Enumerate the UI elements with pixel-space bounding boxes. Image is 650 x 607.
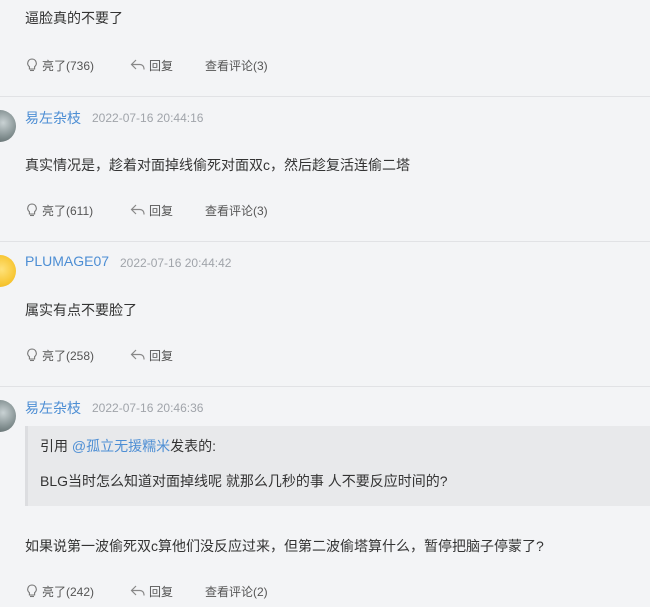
like-button[interactable]: 亮了(736)	[25, 57, 130, 74]
avatar[interactable]	[0, 255, 16, 287]
timestamp: 2022-07-16 20:44:16	[92, 111, 204, 125]
comment-text: 如果说第一波偷死双c算他们没反应过来，但第二波偷塔算什么，暂停把脑子停蒙了?	[25, 538, 544, 554]
quote-header: 引用 @孤立无援糯米发表的:	[40, 436, 216, 456]
reply-arrow-icon	[130, 585, 145, 596]
divider	[0, 96, 650, 97]
like-button[interactable]: 亮了(242)	[25, 583, 130, 600]
avatar[interactable]	[0, 110, 16, 142]
view-comments-button[interactable]: 查看评论(3)	[205, 202, 268, 219]
timestamp: 2022-07-16 20:46:36	[92, 401, 204, 415]
like-count: 亮了(611)	[42, 203, 94, 218]
like-count: 亮了(736)	[42, 58, 95, 73]
quote-prefix: 引用	[40, 438, 72, 454]
avatar[interactable]	[0, 400, 16, 432]
view-comments-label: 查看评论(3)	[205, 58, 268, 73]
view-comments-button[interactable]: 查看评论(2)	[205, 583, 268, 600]
like-button[interactable]: 亮了(258)	[25, 347, 130, 364]
like-button[interactable]: 亮了(611)	[25, 202, 130, 219]
lightbulb-icon	[27, 348, 37, 362]
timestamp: 2022-07-16 20:44:42	[120, 256, 232, 270]
comment-text: 逼脸真的不要了	[25, 10, 123, 26]
quote-mention[interactable]: @孤立无援糯米	[72, 438, 170, 454]
reply-button[interactable]: 回复	[130, 347, 205, 364]
comment-text: 属实有点不要脸了	[25, 302, 137, 318]
username[interactable]: 易左杂枝	[25, 398, 81, 418]
divider	[0, 241, 650, 242]
reply-button[interactable]: 回复	[130, 202, 205, 219]
lightbulb-icon	[27, 584, 37, 598]
reply-label: 回复	[149, 584, 174, 599]
lightbulb-icon	[27, 58, 37, 72]
comment-actions: 亮了(258) 回复	[25, 347, 205, 363]
lightbulb-icon	[27, 203, 37, 217]
divider	[0, 386, 650, 387]
quote-block: 引用 @孤立无援糯米发表的: BLG当时怎么知道对面掉线呢 就那么几秒的事 人不…	[25, 426, 650, 506]
quote-suffix: 发表的:	[170, 438, 216, 454]
view-comments-label: 查看评论(3)	[205, 203, 268, 218]
comment-text: 真实情况是，趁着对面掉线偷死对面双c，然后趁复活连偷二塔	[25, 157, 410, 173]
like-count: 亮了(258)	[42, 348, 95, 363]
view-comments-label: 查看评论(2)	[205, 584, 268, 599]
reply-button[interactable]: 回复	[130, 583, 205, 600]
username[interactable]: 易左杂枝	[25, 108, 81, 128]
comment-actions: 亮了(736) 回复 查看评论(3)	[25, 57, 268, 73]
like-count: 亮了(242)	[42, 584, 95, 599]
reply-button[interactable]: 回复	[130, 57, 205, 74]
reply-label: 回复	[149, 58, 174, 73]
comment-actions: 亮了(611) 回复 查看评论(3)	[25, 202, 268, 218]
reply-arrow-icon	[130, 59, 145, 70]
reply-arrow-icon	[130, 204, 145, 215]
reply-label: 回复	[149, 203, 174, 218]
view-comments-button[interactable]: 查看评论(3)	[205, 57, 268, 74]
username[interactable]: PLUMAGE07	[25, 253, 109, 269]
reply-arrow-icon	[130, 349, 145, 360]
quote-text: BLG当时怎么知道对面掉线呢 就那么几秒的事 人不要反应时间的?	[40, 473, 448, 489]
comment-actions: 亮了(242) 回复 查看评论(2)	[25, 583, 268, 599]
reply-label: 回复	[149, 348, 174, 363]
